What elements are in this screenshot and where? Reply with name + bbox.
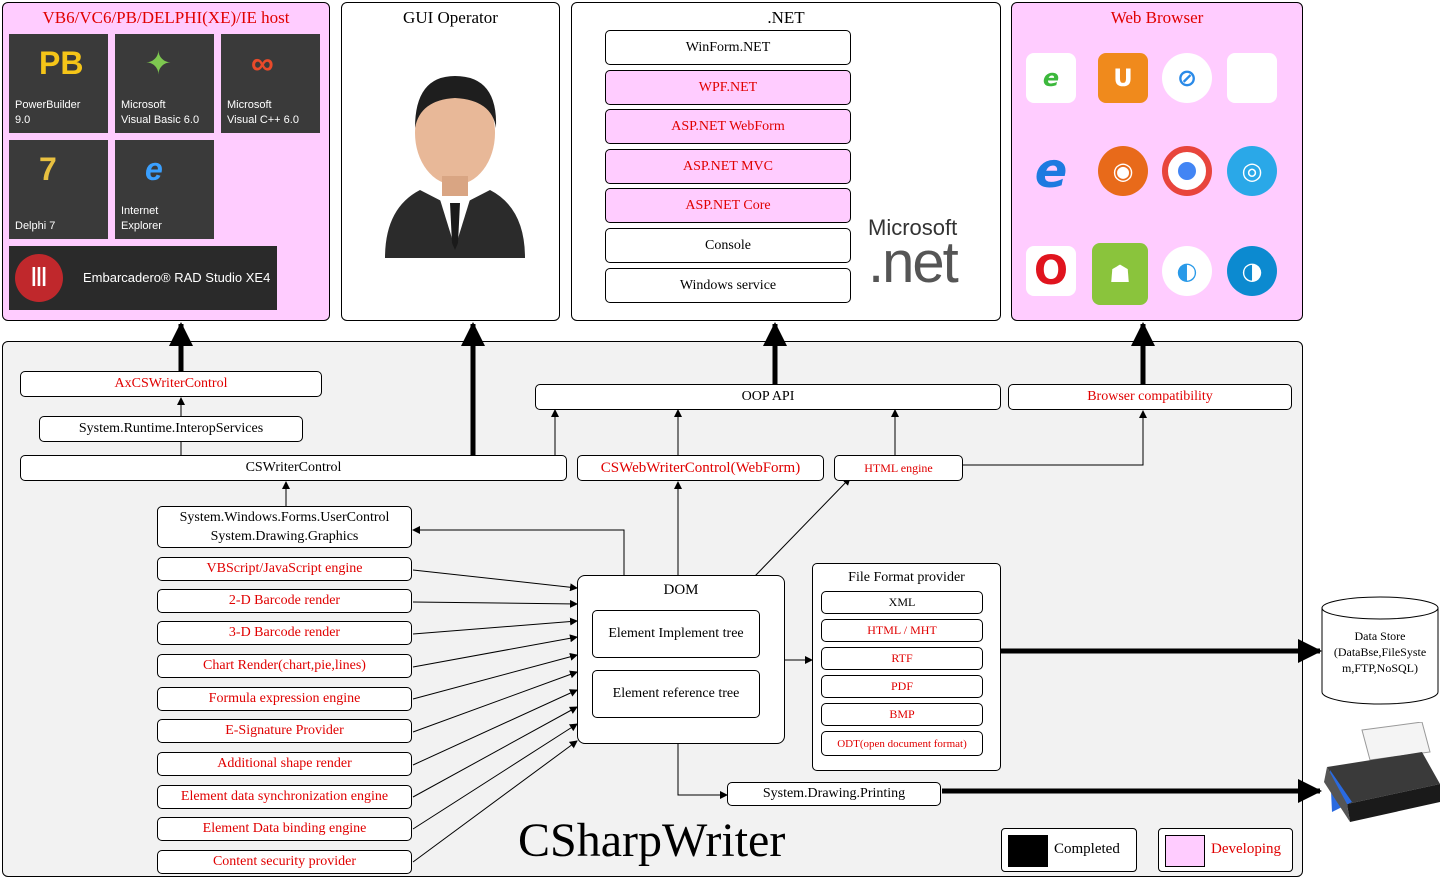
axcswritercontrol-box: AxCSWriterControl: [20, 371, 322, 397]
data-store-label: Data Store (DataBse,FileSyste m,FTP,NoSQ…: [1333, 629, 1427, 675]
format-item-odt: ODT(open document format): [821, 731, 983, 756]
element-reference-tree-box: Element reference tree: [592, 670, 760, 718]
legend-developing-swatch: [1165, 835, 1205, 867]
usercontrol-line2: System.Drawing.Graphics: [210, 529, 359, 544]
engine-item: VBScript/JavaScript engine: [157, 557, 412, 581]
engine-item: 3-D Barcode render: [157, 621, 412, 645]
file-format-provider-title: File Format provider: [848, 570, 965, 585]
format-item-html: HTML / MHT: [821, 619, 983, 642]
engine-item: E-Signature Provider: [157, 719, 412, 743]
usercontrol-box: System.Windows.Forms.UserControl System.…: [157, 506, 412, 548]
engine-item: Additional shape render: [157, 752, 412, 776]
legend-developing: Developing: [1158, 828, 1293, 872]
file-format-provider-box: File Format provider XML HTML / MHT RTF …: [812, 563, 1001, 771]
engine-item: Content security provider: [157, 850, 412, 874]
cswebwritercontrol-box: CSWebWriterControl(WebForm): [577, 455, 824, 481]
engine-item: Element data synchronization engine: [157, 785, 412, 809]
engine-item: Chart Render(chart,pie,lines): [157, 654, 412, 678]
legend-developing-label: Developing: [1211, 841, 1281, 857]
system-drawing-printing-box: System.Drawing.Printing: [727, 782, 941, 806]
legend-completed: Completed: [1001, 828, 1137, 872]
engine-item: Formula expression engine: [157, 687, 412, 711]
csharpwriter-brand: CSharpWriter: [518, 814, 786, 867]
engine-item: 2-D Barcode render: [157, 589, 412, 613]
engine-item: Element Data binding engine: [157, 817, 412, 841]
dom-box: DOM Element Implement tree Element refer…: [577, 575, 785, 744]
element-implement-tree-box: Element Implement tree: [592, 610, 760, 658]
dom-title: DOM: [663, 582, 699, 598]
legend-completed-label: Completed: [1054, 841, 1120, 857]
browser-compatibility-box: Browser compatibility: [1008, 384, 1292, 410]
format-item-rtf: RTF: [821, 647, 983, 670]
format-item-pdf: PDF: [821, 675, 983, 698]
legend-completed-swatch: [1008, 835, 1048, 867]
interop-services-box: System.Runtime.InteropServices: [39, 416, 303, 442]
html-engine-box: HTML engine: [834, 455, 963, 481]
format-item-xml: XML: [821, 591, 983, 614]
oop-api-box: OOP API: [535, 384, 1001, 410]
usercontrol-line1: System.Windows.Forms.UserControl: [179, 510, 390, 525]
format-item-bmp: BMP: [821, 703, 983, 726]
cswritercontrol-box: CSWriterControl: [20, 455, 567, 481]
printer-icon: [1324, 722, 1440, 822]
